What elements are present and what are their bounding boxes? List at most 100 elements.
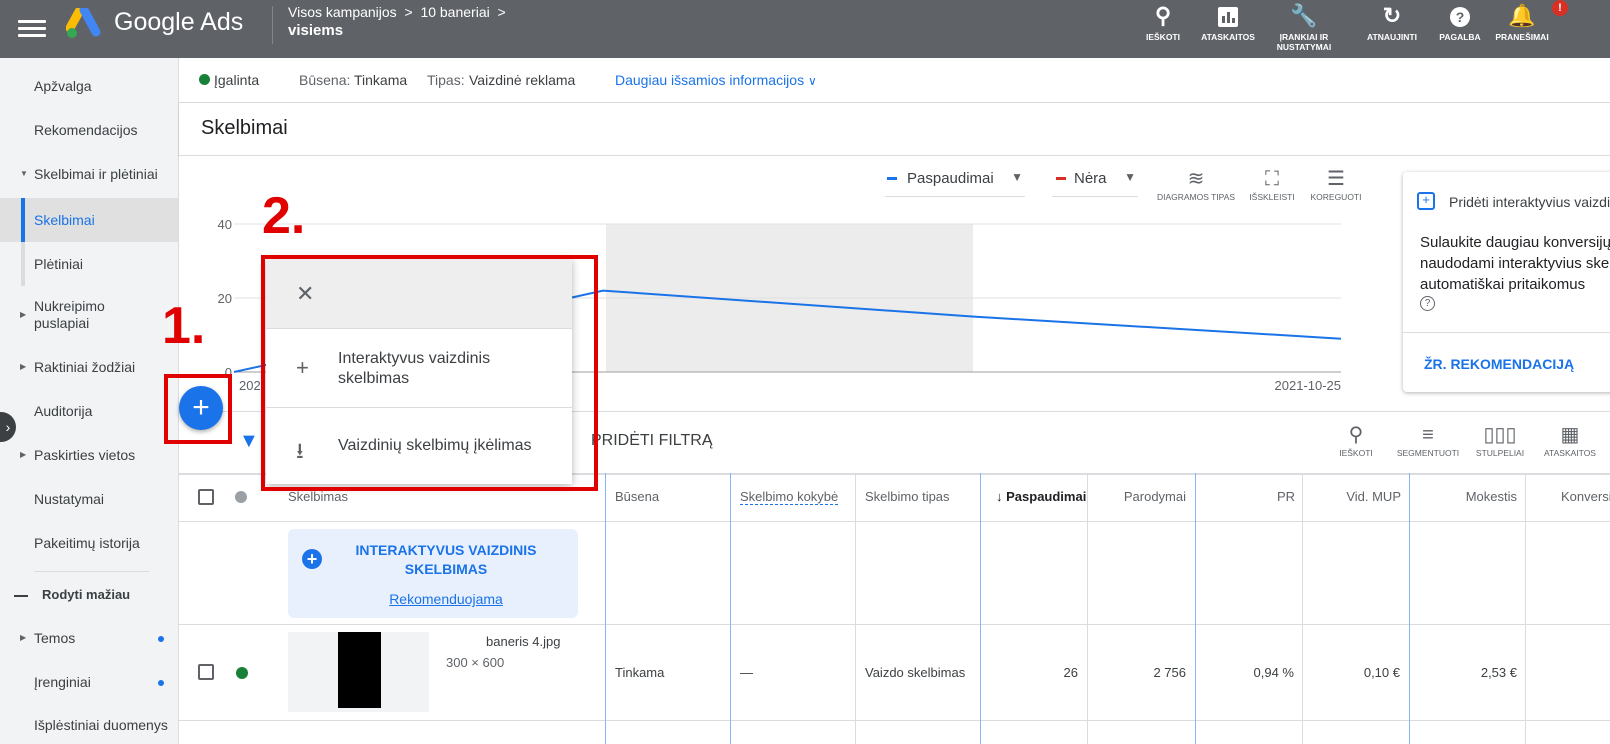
topbar-divider bbox=[272, 6, 273, 44]
sidebar-divider bbox=[34, 571, 149, 572]
status-enabled-dot bbox=[236, 667, 248, 679]
annotation-step1: 1. bbox=[162, 297, 206, 355]
column-header-clicks[interactable]: ↓ Paspaudimai bbox=[996, 473, 1086, 521]
column-header-cost[interactable]: Mokestis bbox=[1411, 473, 1517, 521]
more-info-link[interactable]: Daugiau išsamios informacijos ∨ bbox=[615, 72, 817, 88]
column-header-cpc[interactable]: Vid. MUP bbox=[1303, 473, 1401, 521]
row-impressions: 2 756 bbox=[1153, 665, 1186, 680]
column-divider bbox=[855, 473, 856, 744]
hamburger-menu-icon[interactable] bbox=[18, 16, 46, 42]
sidebar-show-less[interactable]: Rodyti mažiau bbox=[0, 587, 178, 609]
sidebar-item-audiences[interactable]: Auditorija bbox=[0, 403, 178, 425]
more-info-label: Daugiau išsamios informacijos bbox=[615, 72, 805, 88]
row-status: Tinkama bbox=[615, 665, 665, 680]
annotation-box-step1 bbox=[164, 374, 232, 444]
columns-button[interactable]: ▯▯▯ STULPELIAI bbox=[1463, 422, 1537, 458]
recommended-ad-card[interactable]: + INTERAKTYVUS VAIZDINIS SKELBIMAS Rekom… bbox=[288, 529, 578, 618]
status-column-icon bbox=[235, 491, 247, 503]
column-divider bbox=[1409, 473, 1410, 744]
filter-icon[interactable]: ▼ bbox=[239, 430, 259, 453]
table-reports-button[interactable]: ▦ ATASKAITOS bbox=[1533, 422, 1607, 458]
row-ad-type: Vaizdo skelbimas bbox=[865, 665, 966, 680]
column-divider bbox=[980, 473, 981, 744]
sidebar-item-label: Apžvalga bbox=[34, 78, 92, 94]
sidebar-item-keywords[interactable]: ▶ Raktiniai žodžiai bbox=[0, 359, 178, 381]
ad-group-status-bar: Įgalinta Būsena: Tinkama Tipas: Vaizdinė… bbox=[179, 58, 1610, 103]
brand-name[interactable]: Google Ads bbox=[114, 8, 243, 37]
topbar-notifications-button[interactable]: 🔔 PRANEŠIMAI bbox=[1482, 2, 1562, 42]
row-checkbox[interactable] bbox=[198, 664, 214, 680]
sidebar-item-settings[interactable]: Nustatymai bbox=[0, 491, 178, 513]
sidebar-item-topics[interactable]: ▶ Temos bbox=[0, 630, 178, 652]
row-clicks: 26 bbox=[1063, 665, 1078, 680]
sidebar-item-change-history[interactable]: Pakeitimų istorija bbox=[0, 535, 178, 557]
status-value: Tinkama bbox=[354, 72, 408, 88]
breadcrumb-campaigns[interactable]: Visos kampanijos bbox=[288, 4, 397, 20]
status-state[interactable]: Įgalinta bbox=[214, 72, 259, 88]
sidebar-item-label: Nukreipimo puslapiai bbox=[34, 298, 105, 331]
triangle-right-icon: ▶ bbox=[20, 362, 27, 371]
sidebar-item-devices[interactable]: Įrenginiai bbox=[0, 674, 178, 696]
column-header-impressions[interactable]: Parodymai bbox=[1087, 473, 1186, 521]
sort-arrow-icon: ↓ bbox=[996, 489, 1003, 504]
column-header-conversions[interactable]: Konversijos bbox=[1561, 473, 1610, 521]
topbar-tools-label: ĮRANKIAI IR NUSTATYMAI bbox=[1276, 32, 1332, 52]
search-icon: ⚲ bbox=[1348, 424, 1364, 446]
x-tick-start: 202 bbox=[239, 378, 261, 393]
sidebar-item-label: Paskirties vietos bbox=[34, 447, 136, 463]
sidebar-item-label: Plėtiniai bbox=[34, 256, 84, 272]
segment-icon: ≡ bbox=[1422, 424, 1434, 446]
segment-button[interactable]: ≡ SEGMENTUOTI bbox=[1391, 422, 1465, 458]
rec-card-title: Pridėti interaktyvius vaizdinius skelbim… bbox=[1449, 194, 1610, 210]
table-search-label: IEŠKOTI bbox=[1339, 448, 1373, 458]
ad-filename[interactable]: baneris 4.jpg bbox=[486, 634, 560, 649]
sidebar-item-label: Įrenginiai bbox=[34, 674, 91, 690]
table-reports-label: ATASKAITOS bbox=[1544, 448, 1596, 458]
sidebar-item-overview[interactable]: Apžvalga bbox=[0, 78, 178, 100]
sidebar-item-recommendations[interactable]: Rekomendacijos bbox=[0, 122, 178, 144]
sidebar-item-extensions[interactable]: Plėtiniai bbox=[0, 242, 178, 286]
row-ctr: 0,94 % bbox=[1253, 665, 1294, 680]
view-recommendation-link[interactable]: ŽR. REKOMENDACIJĄ bbox=[1424, 356, 1574, 372]
x-tick-end: 2021-10-25 bbox=[1275, 378, 1342, 393]
minus-icon bbox=[14, 595, 28, 597]
sub-indicator bbox=[21, 242, 25, 286]
column-divider bbox=[1525, 473, 1526, 744]
topbar-reports-button[interactable]: ATASKAITOS bbox=[1188, 2, 1268, 42]
topbar-help-label: PAGALBA bbox=[1439, 32, 1481, 42]
column-header-ctr[interactable]: PR bbox=[1195, 473, 1295, 521]
sidebar-item-label: Skelbimai bbox=[34, 212, 95, 228]
column-divider bbox=[1195, 473, 1196, 744]
ad-group-title[interactable]: visiems bbox=[288, 22, 343, 39]
recommended-link[interactable]: Rekomenduojama bbox=[328, 591, 564, 607]
svg-text:?: ? bbox=[1456, 9, 1465, 25]
sidebar-item-placements[interactable]: ▶ Paskirties vietos bbox=[0, 447, 178, 469]
row-cost: 2,53 € bbox=[1480, 665, 1517, 680]
breadcrumb-separator: > bbox=[404, 4, 413, 20]
segment-label: SEGMENTUOTI bbox=[1396, 448, 1460, 458]
topbar-search-label: IEŠKOTI bbox=[1145, 32, 1180, 42]
help-icon[interactable]: ? bbox=[1420, 296, 1435, 311]
columns-label: STULPELIAI bbox=[1475, 448, 1525, 458]
sidebar-item-advanced[interactable]: Išplėstiniai duomenys bbox=[0, 717, 178, 739]
recommended-ad-label[interactable]: INTERAKTYVUS VAIZDINIS SKELBIMAS bbox=[328, 541, 564, 579]
rec-card-body: Sulaukite daugiau konversijų naudodami i… bbox=[1420, 234, 1610, 293]
wrench-icon: 🔧 bbox=[1290, 3, 1318, 28]
ad-thumbnail[interactable] bbox=[288, 632, 429, 712]
column-header-ad-type[interactable]: Skelbimo tipas bbox=[865, 473, 950, 521]
active-indicator bbox=[21, 198, 25, 242]
topbar-refresh-label: ATNAUJINTI bbox=[1367, 32, 1417, 42]
column-header-status[interactable]: Būsena bbox=[615, 473, 659, 521]
reports-icon bbox=[1188, 2, 1268, 30]
table-search-button[interactable]: ⚲ IEŠKOTI bbox=[1319, 422, 1393, 458]
column-header-quality[interactable]: Skelbimo kokybė bbox=[740, 473, 839, 521]
sidebar-item-label: Raktiniai žodžiai bbox=[34, 359, 136, 375]
add-filter-button[interactable]: PRIDĖTI FILTRĄ bbox=[591, 432, 713, 450]
topbar-tools-button[interactable]: 🔧 ĮRANKIAI IR NUSTATYMAI bbox=[1264, 2, 1344, 52]
sidebar-item-ads-extensions[interactable]: ▼ Skelbimai ir plėtiniai bbox=[0, 166, 178, 188]
sidebar-item-label: Nustatymai bbox=[34, 491, 105, 507]
sidebar-item-landing-pages[interactable]: ▶ Nukreipimo puslapiai bbox=[0, 298, 178, 338]
breadcrumb-campaign[interactable]: 10 baneriai bbox=[420, 4, 489, 20]
sidebar-item-ads[interactable]: Skelbimai bbox=[0, 198, 178, 242]
select-all-checkbox[interactable] bbox=[198, 489, 214, 505]
